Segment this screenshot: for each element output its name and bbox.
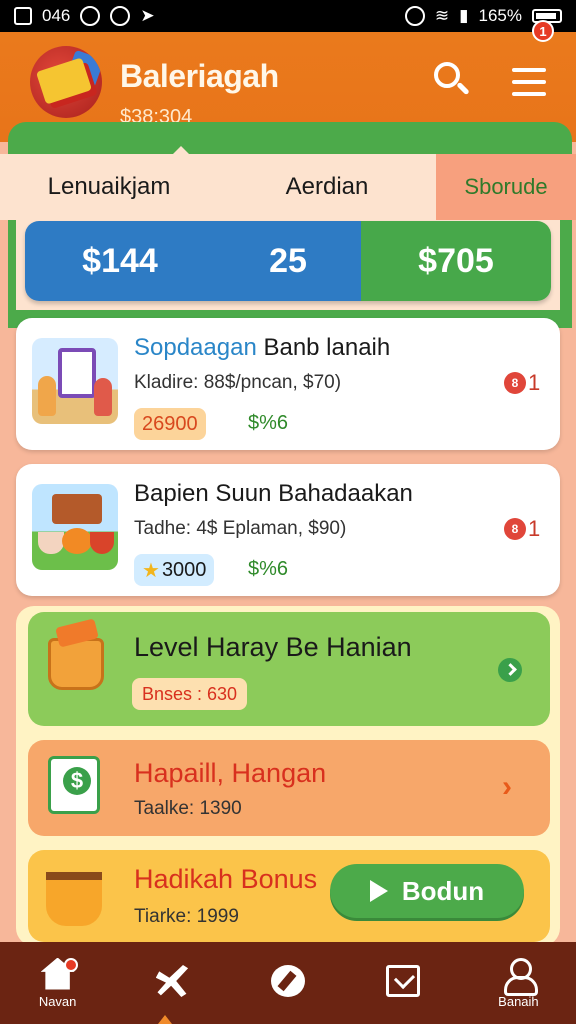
bottom-nav: Navan Banaih	[0, 942, 576, 1024]
reward-pill-value: 3000	[161, 558, 207, 581]
active-indicator	[158, 1015, 172, 1024]
level-row[interactable]: Level Haray Be Hanian Bnses : 630	[28, 612, 550, 726]
stat-earnings: $705	[361, 221, 551, 301]
card-subtitle: Tadhe: 4$ Eplaman, $90)	[134, 518, 347, 539]
child-illustration	[38, 376, 56, 416]
nav-profile[interactable]: Banaih	[461, 942, 576, 1024]
money-icon	[48, 756, 100, 814]
bonus-pill: Bnses : 630	[132, 678, 248, 710]
reward-percent: $%6	[248, 412, 289, 434]
stat-count: 25	[215, 221, 361, 301]
card-title: Bapien Suun Bahadaakan	[134, 480, 413, 507]
tab-lenuaikjam[interactable]: Lenuaikjam	[0, 154, 218, 220]
row-subtitle: Tiarke: 1999	[134, 906, 239, 927]
search-icon-handle	[456, 81, 470, 96]
star-icon: ★	[142, 559, 160, 582]
signal-icon: ▮	[459, 6, 469, 25]
card-title-rest: Banb lanaih	[256, 334, 391, 361]
arrow-right-icon[interactable]	[498, 658, 522, 682]
bowl-illustration	[38, 532, 64, 554]
bonus-row[interactable]: Hadikah Bonus Tiarke: 1999 Bodun	[28, 850, 550, 942]
vibrate-icon	[404, 6, 425, 26]
menu-line	[512, 92, 546, 96]
row-subtitle: Taalke: 1390	[134, 798, 242, 819]
reward-pill: 26900	[134, 408, 206, 440]
sync-icon	[110, 6, 131, 26]
app-title: Baleriagah	[120, 58, 279, 94]
shop-sign-illustration	[52, 494, 102, 524]
reward-pill: ★ 3000	[134, 554, 215, 586]
count-value: 1	[528, 516, 541, 541]
location-icon: ➤	[140, 6, 155, 25]
mail-icon	[386, 965, 421, 997]
notification-badge: 1	[532, 20, 554, 42]
alarm-icon	[80, 6, 101, 26]
card-subtitle: Kladire: 88$/pncan, $70)	[134, 372, 342, 393]
nav-inbox[interactable]	[346, 942, 461, 1024]
card-title-highlight: Sopdaagan	[134, 334, 257, 361]
card-thumbnail	[32, 338, 118, 424]
nav-home[interactable]: Navan	[0, 942, 115, 1024]
edit-icon	[271, 965, 305, 997]
cup-icon	[46, 872, 102, 926]
status-bar: 046 ➤ ≋ ▮ 165%	[0, 0, 576, 32]
play-button-label: Bodun	[401, 875, 485, 906]
play-icon	[369, 880, 388, 902]
tab-bar: Lenuaikjam Aerdian Sborude	[0, 154, 576, 220]
fruit-illustration	[62, 528, 92, 554]
card-thumbnail	[32, 484, 118, 570]
nav-explore[interactable]	[115, 942, 230, 1024]
chevron-right-icon[interactable]: ›	[502, 770, 512, 804]
play-button[interactable]: Bodun	[330, 864, 524, 918]
reward-row[interactable]: Hapaill, Hangan Taalke: 1390 ›	[28, 740, 550, 836]
bowl-illustration	[90, 532, 114, 554]
plane-icon	[155, 965, 189, 997]
task-card[interactable]: Sopdaagan Banb lanaih Kladire: 88$/pncan…	[16, 318, 560, 450]
status-left: 046 ➤	[14, 6, 155, 26]
battery-percent: 165%	[478, 6, 522, 25]
app-logo	[30, 46, 102, 118]
logo-book-yellow	[35, 57, 93, 105]
document-illustration	[58, 348, 96, 398]
user-icon	[501, 957, 539, 996]
stats-bar: $144 25 $705	[25, 221, 551, 301]
row-title: Hadikah Bonus	[134, 864, 318, 894]
count-value: 1	[528, 370, 541, 395]
search-icon[interactable]	[432, 60, 472, 100]
count-badge: 8	[504, 372, 526, 394]
home-badge	[64, 958, 78, 972]
row-title: Hapaill, Hangan	[134, 758, 327, 788]
nav-profile-label: Banaih	[498, 993, 539, 1009]
count-badge: 8	[504, 518, 526, 540]
basket-icon	[48, 638, 104, 690]
status-time: 046	[42, 6, 71, 25]
nav-home-label: Navan	[38, 993, 77, 1009]
stat-balance: $144	[25, 221, 215, 301]
wifi-icon: ≋	[434, 6, 450, 25]
child-illustration	[94, 378, 112, 416]
nav-edit[interactable]	[230, 942, 345, 1024]
tab-sborude[interactable]: Sborude	[436, 154, 576, 220]
row-title: Level Haray Be Hanian	[134, 632, 412, 662]
notification-icon	[14, 7, 32, 25]
card-title: Sopdaagan Banb lanaih	[134, 334, 390, 362]
menu-line	[512, 80, 546, 84]
reward-percent: $%6	[248, 558, 289, 580]
tab-aerdian[interactable]: Aerdian	[218, 154, 436, 220]
task-card[interactable]: Bapien Suun Bahadaakan Tadhe: 4$ Eplaman…	[16, 464, 560, 596]
menu-icon[interactable]	[512, 68, 546, 96]
menu-line	[512, 68, 546, 72]
